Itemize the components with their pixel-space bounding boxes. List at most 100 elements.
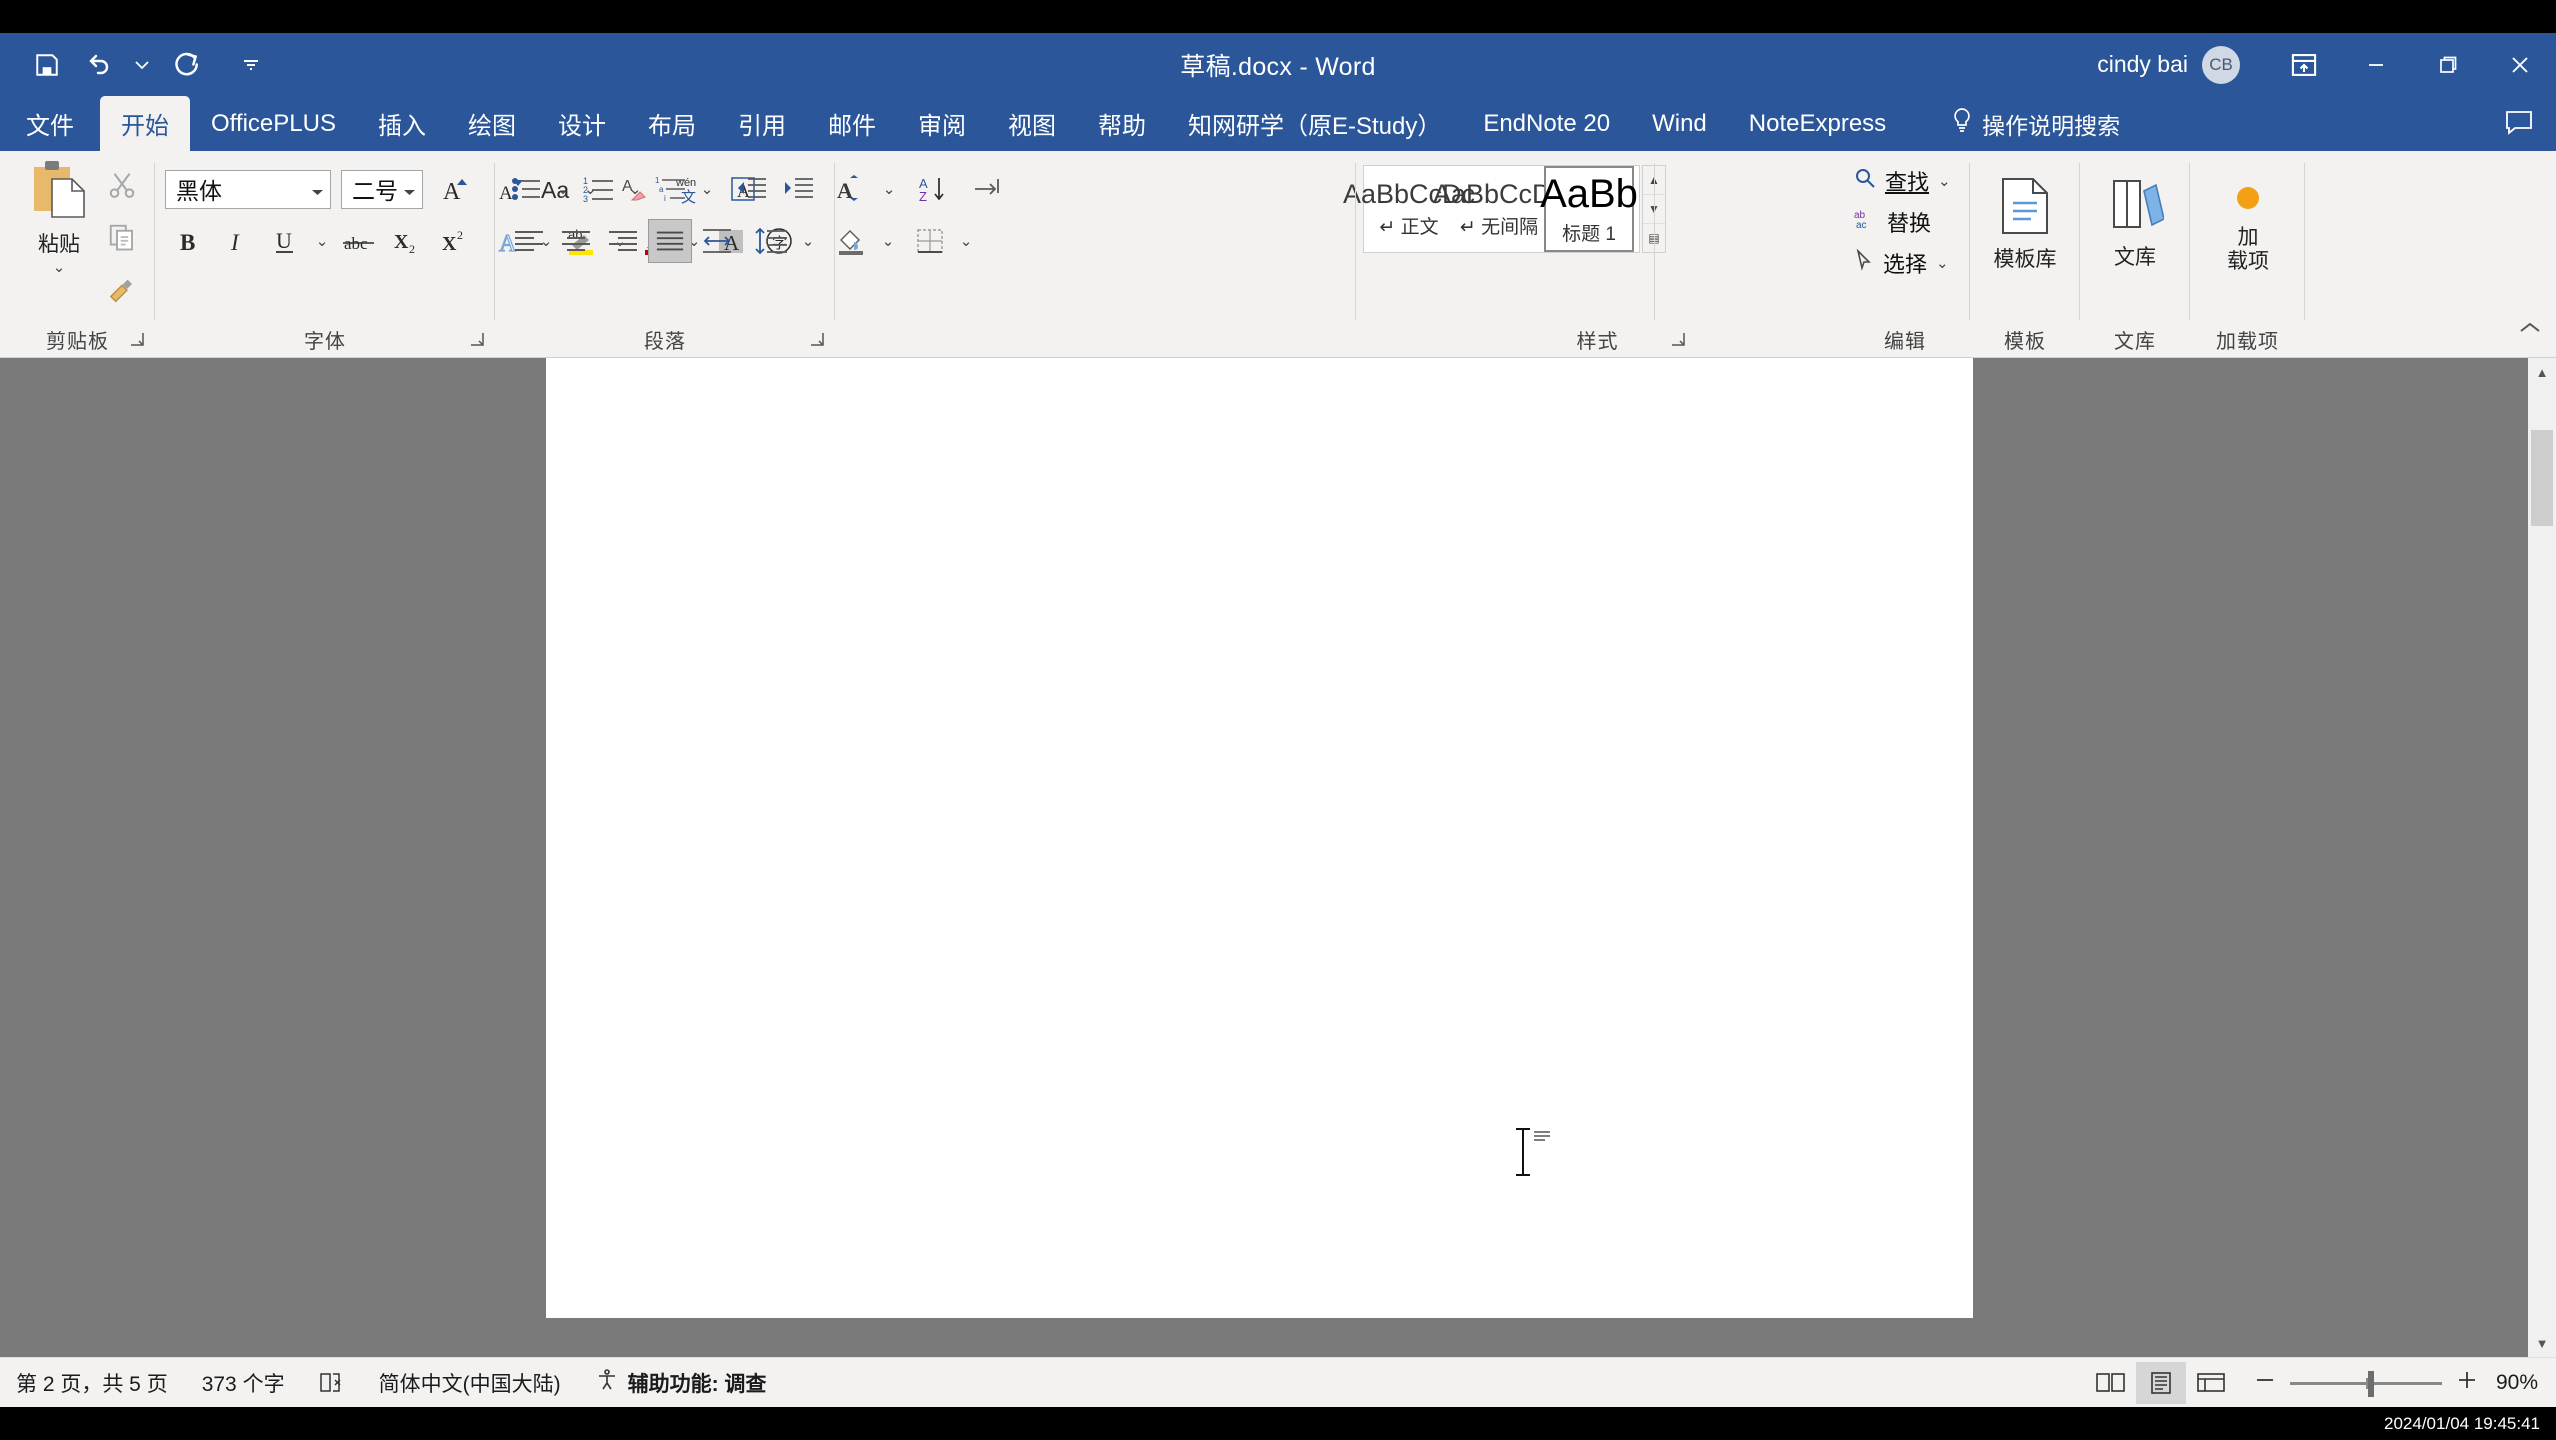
sort-dropdown-icon[interactable]: ⌄ [878,182,900,197]
shading-dropdown-icon[interactable]: ⌄ [877,234,899,249]
tab-cnki-estudy[interactable]: 知网研学（原E-Study） [1167,96,1462,151]
clipboard-dialog-launcher[interactable] [127,330,149,352]
borders-dropdown-icon[interactable]: ⌄ [955,234,977,249]
bold-icon[interactable]: B [167,219,211,263]
numbering-dropdown-icon[interactable]: ⌄ [624,182,646,197]
tab-insert[interactable]: 插入 [357,96,447,151]
style-item-no-spacing[interactable]: AaBbCcDc ↵ 无间隔 [1433,166,1565,252]
decrease-indent-icon[interactable] [729,167,773,211]
language-status[interactable]: 简体中文(中国大陆) [362,1368,578,1398]
find-button[interactable]: 查找 ⌄ [1854,165,1951,197]
font-name-combobox[interactable]: 黑体 [165,169,331,209]
ribbon-display-options-button[interactable] [2268,33,2340,96]
line-spacing-dropdown-icon[interactable]: ⌄ [797,234,819,249]
font-dialog-launcher[interactable] [467,330,489,352]
multilevel-dropdown-icon[interactable]: ⌄ [696,182,718,197]
paragraph-dialog-launcher[interactable] [807,330,829,352]
line-spacing-icon[interactable] [750,219,794,263]
subscript-icon[interactable]: X2 [385,219,429,263]
tab-home[interactable]: 开始 [100,96,190,151]
zoom-in-button[interactable] [2456,1369,2478,1397]
chevron-down-icon[interactable]: ⌄ [1938,174,1951,189]
chevron-down-icon[interactable] [311,176,324,203]
format-painter-icon[interactable] [100,267,144,311]
tell-me-search[interactable]: 操作说明搜索 [1933,96,2138,151]
collapse-ribbon-button[interactable] [2518,319,2542,342]
underline-icon[interactable]: U [263,219,307,263]
page-number-status[interactable]: 第 2 页，共 5 页 [0,1368,185,1398]
select-button[interactable]: 选择 ⌄ [1854,247,1951,279]
justify-icon[interactable] [648,219,692,263]
tab-references[interactable]: 引用 [717,96,807,151]
account-name[interactable]: cindy bai [2097,51,2188,78]
chevron-down-icon[interactable]: ⌄ [53,260,66,275]
library-button[interactable]: 文库 [2089,165,2181,270]
zoom-out-button[interactable] [2254,1369,2276,1397]
replace-button[interactable]: ab ac 替换 [1854,206,1951,238]
tab-help[interactable]: 帮助 [1077,96,1167,151]
shading-icon[interactable] [830,219,874,263]
styles-dialog-launcher[interactable] [1668,330,1690,352]
tab-officeplus[interactable]: OfficePLUS [190,96,357,151]
web-layout-button[interactable] [2186,1362,2236,1404]
align-center-icon[interactable] [554,219,598,263]
tab-file[interactable]: 文件 [0,96,100,151]
paste-button[interactable]: 粘贴 ⌄ [16,159,102,279]
tab-endnote[interactable]: EndNote 20 [1462,96,1631,151]
accessibility-status[interactable]: 辅助功能: 调查 [578,1368,784,1398]
sort-icon[interactable]: A [831,167,875,211]
align-right-icon[interactable] [601,219,645,263]
copy-icon[interactable] [100,215,144,259]
scrollbar-thumb[interactable] [2531,430,2553,526]
cut-icon[interactable] [100,163,144,207]
document-page[interactable] [546,358,1973,1318]
chevron-down-icon[interactable] [403,176,416,203]
show-marks-icon[interactable] [966,167,1010,211]
bullets-dropdown-icon[interactable]: ⌄ [552,182,574,197]
italic-icon[interactable]: I [215,219,259,263]
document-canvas[interactable] [0,358,2556,1357]
tab-view[interactable]: 视图 [987,96,1077,151]
chevron-down-icon[interactable]: ⌄ [1936,256,1949,271]
close-button[interactable] [2484,33,2556,96]
vertical-scrollbar[interactable]: ▲ ▼ [2528,358,2556,1357]
align-left-icon[interactable] [507,219,551,263]
tab-mailings[interactable]: 邮件 [807,96,897,151]
scroll-up-button[interactable]: ▲ [2528,358,2556,386]
tab-noteexpress[interactable]: NoteExpress [1728,96,1907,151]
increase-indent-icon[interactable] [776,167,820,211]
font-size-combobox[interactable]: 二号 [341,169,423,209]
tab-layout[interactable]: 布局 [627,96,717,151]
read-mode-button[interactable] [2086,1362,2136,1404]
zoom-slider[interactable] [2236,1369,2496,1397]
print-layout-button[interactable] [2135,1362,2186,1404]
zoom-thumb[interactable] [2367,1370,2374,1397]
numbering-icon[interactable]: 123 [577,167,621,211]
proofing-errors-icon[interactable] [302,1371,362,1395]
sort-az-icon[interactable]: AZ [911,167,955,211]
style-item-heading-1[interactable]: AaBb 标题 1 [1540,166,1638,252]
word-count-status[interactable]: 373 个字 [185,1368,302,1398]
multilevel-list-icon[interactable]: 1ai [649,167,693,211]
tab-draw[interactable]: 绘图 [447,96,537,151]
tab-review[interactable]: 审阅 [897,96,987,151]
borders-icon[interactable] [908,219,952,263]
avatar[interactable]: CB [2202,45,2240,84]
comments-icon[interactable] [2504,109,2534,142]
superscript-icon[interactable]: X2 [433,219,477,263]
zoom-track[interactable] [2289,1370,2442,1397]
taskbar-clock[interactable]: 2024/01/04 19:45:41 [2384,1407,2540,1440]
bullets-icon[interactable] [505,167,549,211]
tab-wind[interactable]: Wind [1631,96,1728,151]
distribute-icon[interactable] [695,219,739,263]
restore-button[interactable] [2412,33,2484,96]
minimize-button[interactable] [2340,33,2412,96]
zoom-level-button[interactable]: 90% [2496,1371,2556,1395]
grow-font-icon[interactable]: A [433,167,477,211]
template-library-button[interactable]: 模板库 [1979,165,2071,272]
scroll-down-button[interactable]: ▼ [2528,1329,2556,1357]
strikethrough-icon[interactable]: abc [337,219,381,263]
tab-design[interactable]: 设计 [537,96,627,151]
underline-dropdown-icon[interactable]: ⌄ [311,234,333,249]
addins-button[interactable]: 加载项 [2202,171,2294,274]
